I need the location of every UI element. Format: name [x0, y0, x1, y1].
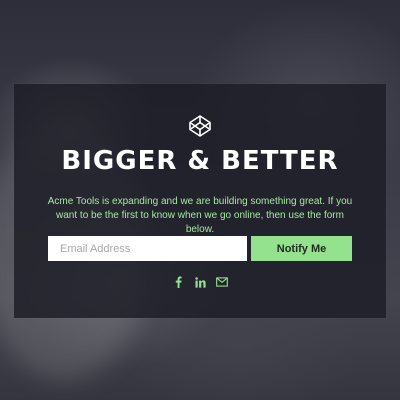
page-description: Acme Tools is expanding and we are build… — [47, 196, 353, 235]
facebook-icon — [175, 276, 182, 288]
facebook-link[interactable] — [172, 276, 184, 288]
social-links — [0, 276, 400, 288]
notify-form: Notify Me — [48, 236, 352, 261]
linkedin-icon — [194, 276, 206, 288]
page-title: BIGGER & BETTER — [61, 146, 339, 176]
email-input[interactable] — [48, 236, 247, 261]
mail-icon — [216, 277, 228, 287]
linkedin-link[interactable] — [194, 276, 206, 288]
codepen-icon — [189, 115, 211, 137]
notify-me-button[interactable]: Notify Me — [251, 236, 352, 261]
mail-link[interactable] — [216, 276, 228, 288]
